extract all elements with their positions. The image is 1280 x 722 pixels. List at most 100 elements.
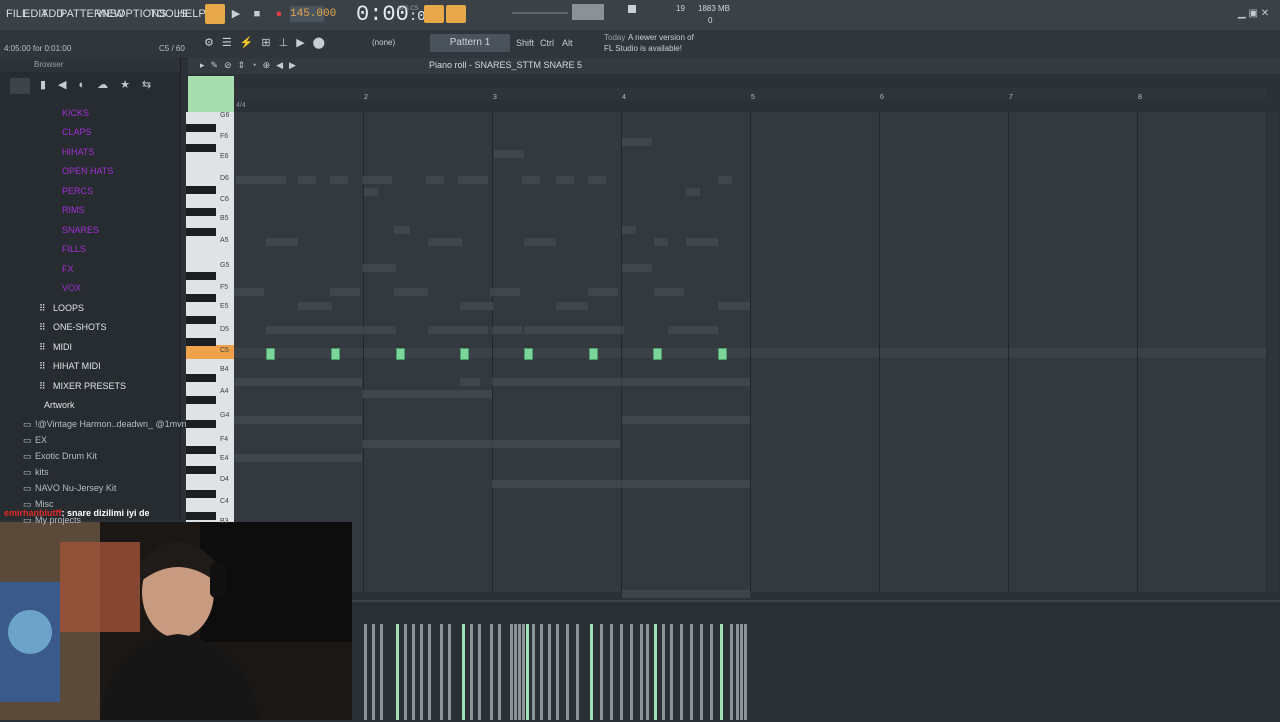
velocity-bar[interactable] bbox=[380, 624, 383, 720]
velocity-bar[interactable] bbox=[526, 624, 529, 720]
velocity-bar[interactable] bbox=[440, 624, 443, 720]
velocity-bar[interactable] bbox=[532, 624, 535, 720]
piano-roll-tools[interactable]: ▸✎⊘⇕◔⊕◀▶ bbox=[200, 60, 302, 71]
velocity-bar[interactable] bbox=[566, 624, 569, 720]
browser-item[interactable]: CLAPS bbox=[62, 127, 92, 137]
browser-item[interactable]: SNARES bbox=[62, 225, 99, 235]
velocity-bar[interactable] bbox=[498, 624, 501, 720]
note-c5[interactable] bbox=[718, 348, 727, 360]
browser-item[interactable]: ONE-SHOTS bbox=[53, 322, 107, 332]
velocity-bar[interactable] bbox=[478, 624, 481, 720]
browser-item[interactable]: VOX bbox=[62, 283, 81, 293]
master-volume-slider[interactable] bbox=[512, 12, 568, 14]
velocity-bar[interactable] bbox=[514, 624, 517, 720]
velocity-bar[interactable] bbox=[364, 624, 367, 720]
browser-item[interactable]: KICKS bbox=[62, 108, 89, 118]
browser-item[interactable]: FX bbox=[62, 264, 74, 274]
note-c5[interactable] bbox=[396, 348, 405, 360]
velocity-bar[interactable] bbox=[630, 624, 633, 720]
velocity-bar[interactable] bbox=[490, 624, 493, 720]
browser-item[interactable]: HIHAT MIDI bbox=[53, 361, 101, 371]
velocity-bar[interactable] bbox=[510, 624, 513, 720]
news-text[interactable]: A newer version of bbox=[628, 33, 694, 42]
black-key[interactable] bbox=[186, 374, 216, 382]
velocity-bar[interactable] bbox=[740, 624, 743, 720]
velocity-bar[interactable] bbox=[576, 624, 579, 720]
black-key[interactable] bbox=[186, 338, 216, 346]
browser-toolbar[interactable]: ▮◀◐☁★⇆ bbox=[0, 76, 180, 96]
record-button[interactable]: ● bbox=[270, 6, 288, 22]
velocity-bar[interactable] bbox=[420, 624, 423, 720]
browser-filter-icons[interactable]: ▮◀◐☁★⇆ bbox=[40, 78, 163, 91]
browser-item[interactable]: !@Vintage Harmon..deadwn_ @1mvnti bbox=[35, 419, 191, 429]
timeline-ruler[interactable] bbox=[234, 88, 1266, 100]
velocity-bar[interactable] bbox=[730, 624, 733, 720]
black-key[interactable] bbox=[186, 186, 216, 194]
browser-item[interactable]: Exotic Drum Kit bbox=[35, 451, 97, 461]
velocity-bar[interactable] bbox=[518, 624, 521, 720]
vertical-scrollbar[interactable] bbox=[1268, 112, 1278, 592]
browser-item[interactable]: kits bbox=[35, 467, 49, 477]
browser-item[interactable]: MIXER PRESETS bbox=[53, 381, 126, 391]
browser-item[interactable]: LOOPS bbox=[53, 303, 84, 313]
velocity-bar[interactable] bbox=[670, 624, 673, 720]
browser-item[interactable]: RIMS bbox=[62, 205, 85, 215]
menu-help[interactable]: HELP bbox=[177, 8, 206, 20]
black-key[interactable] bbox=[186, 272, 216, 280]
velocity-bar[interactable] bbox=[690, 624, 693, 720]
browser-item[interactable]: OPEN HATS bbox=[62, 166, 113, 176]
browser-item[interactable]: HIHATS bbox=[62, 147, 94, 157]
metronome-button[interactable] bbox=[424, 5, 444, 23]
note-c5[interactable] bbox=[460, 348, 469, 360]
alt-key[interactable]: Alt bbox=[562, 38, 573, 48]
black-key[interactable] bbox=[186, 512, 216, 520]
velocity-bar[interactable] bbox=[744, 624, 747, 720]
velocity-bar[interactable] bbox=[428, 624, 431, 720]
black-key[interactable] bbox=[186, 294, 216, 302]
browser-all-button[interactable] bbox=[10, 78, 30, 94]
browser-item[interactable]: EX bbox=[35, 435, 47, 445]
velocity-bar[interactable] bbox=[600, 624, 603, 720]
black-key[interactable] bbox=[186, 144, 216, 152]
velocity-bar[interactable] bbox=[662, 624, 665, 720]
velocity-bar[interactable] bbox=[646, 624, 649, 720]
velocity-bar[interactable] bbox=[548, 624, 551, 720]
black-key[interactable] bbox=[186, 124, 216, 132]
velocity-bar[interactable] bbox=[556, 624, 559, 720]
velocity-bar[interactable] bbox=[736, 624, 739, 720]
browser-item[interactable]: PERCS bbox=[62, 186, 93, 196]
none-label[interactable]: (none) bbox=[372, 38, 395, 47]
tempo-display[interactable]: 145.000 bbox=[290, 6, 336, 22]
browser-item[interactable]: FILLS bbox=[62, 244, 86, 254]
note-c5[interactable] bbox=[266, 348, 275, 360]
news-text-2[interactable]: FL Studio is available! bbox=[604, 44, 682, 53]
velocity-bar[interactable] bbox=[540, 624, 543, 720]
velocity-bar[interactable] bbox=[412, 624, 415, 720]
note-c5[interactable] bbox=[524, 348, 533, 360]
velocity-bar[interactable] bbox=[522, 624, 525, 720]
black-key[interactable] bbox=[186, 228, 216, 236]
velocity-bar[interactable] bbox=[590, 624, 593, 720]
velocity-bar[interactable] bbox=[640, 624, 643, 720]
countdown-button[interactable] bbox=[446, 5, 466, 23]
browser-item[interactable]: NAVO Nu-Jersey Kit bbox=[35, 483, 116, 493]
velocity-bar[interactable] bbox=[372, 624, 375, 720]
velocity-bar[interactable] bbox=[448, 624, 451, 720]
velocity-bar[interactable] bbox=[470, 624, 473, 720]
velocity-bar[interactable] bbox=[720, 624, 723, 720]
play-button[interactable]: ▶ bbox=[227, 6, 245, 22]
note-c5[interactable] bbox=[331, 348, 340, 360]
pattern-selector[interactable]: Pattern 1 bbox=[430, 34, 510, 52]
note-c5[interactable] bbox=[653, 348, 662, 360]
toolbar-icons[interactable]: ⚙☰⚡⊞⊥▶⬤ bbox=[204, 36, 354, 50]
browser-item[interactable]: Misc bbox=[35, 499, 54, 509]
pat-song-toggle[interactable] bbox=[205, 4, 225, 24]
velocity-bar[interactable] bbox=[396, 624, 399, 720]
velocity-bar[interactable] bbox=[620, 624, 623, 720]
velocity-bar[interactable] bbox=[654, 624, 657, 720]
black-key[interactable] bbox=[186, 466, 216, 474]
black-key[interactable] bbox=[186, 420, 216, 428]
black-key[interactable] bbox=[186, 316, 216, 324]
velocity-bar[interactable] bbox=[700, 624, 703, 720]
black-key[interactable] bbox=[186, 490, 216, 498]
